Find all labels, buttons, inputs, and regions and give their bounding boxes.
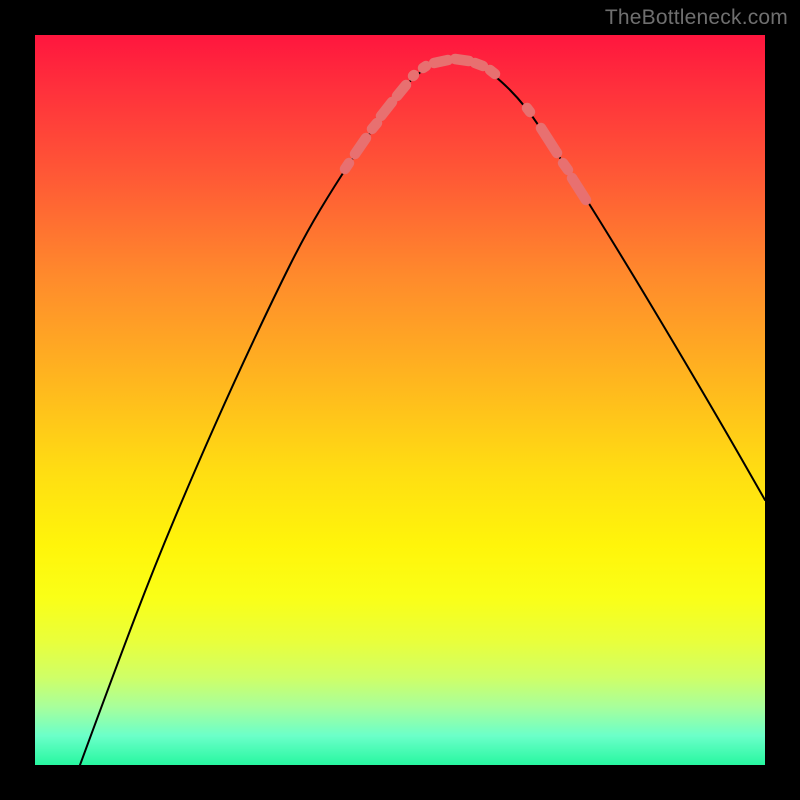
highlight-dash-group <box>345 59 586 200</box>
highlight-dash-seg <box>423 66 426 68</box>
highlight-dash-seg <box>455 59 469 61</box>
highlight-dash-seg <box>490 70 495 74</box>
plot-area <box>35 35 765 765</box>
highlight-dash-seg <box>372 123 377 129</box>
highlight-dash-seg <box>527 108 530 112</box>
highlight-dash-seg <box>355 138 366 154</box>
highlight-dash-seg <box>475 63 483 66</box>
highlight-dash-seg <box>572 178 586 200</box>
highlight-dash-seg <box>541 128 557 153</box>
watermark-text: TheBottleneck.com <box>605 6 788 30</box>
v-curve-line <box>80 60 765 765</box>
highlight-dash-seg <box>345 163 349 169</box>
highlight-dash-seg <box>434 60 448 63</box>
highlight-dash-seg <box>413 75 414 76</box>
highlight-dash-seg <box>397 85 406 96</box>
highlight-dash-seg <box>381 102 392 116</box>
highlight-dash-seg <box>563 163 568 170</box>
chart-frame: TheBottleneck.com <box>0 0 800 800</box>
curve-svg <box>35 35 765 765</box>
